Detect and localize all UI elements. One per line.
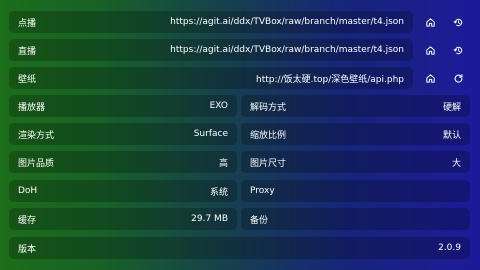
proxy-label: Proxy [250, 186, 275, 196]
scale-label: 缩放比例 [250, 130, 287, 141]
wallpaper-refresh-button[interactable] [448, 67, 468, 89]
decode-label: 解码方式 [250, 102, 287, 113]
refresh-icon [454, 73, 462, 83]
image-size-setting[interactable]: 图片尺寸 大 [241, 151, 470, 173]
backup-label: 备份 [250, 215, 269, 226]
cache-label: 缓存 [18, 215, 37, 226]
decode-value: 硬解 [442, 102, 461, 113]
wallpaper-label: 壁纸 [18, 74, 37, 85]
history-icon [453, 46, 462, 54]
image-quality-setting[interactable]: 图片品质 高 [9, 151, 237, 173]
decode-setting[interactable]: 解码方式 硬解 [241, 95, 470, 117]
version-label: 版本 [18, 244, 37, 255]
version-value: 2.0.9 [438, 243, 461, 253]
wallpaper-setting[interactable]: 壁纸 http://饭太硬.top/深色壁纸/api.php [9, 67, 413, 89]
doh-setting[interactable]: DoH 系统 [9, 180, 237, 202]
vod-label: 点播 [18, 18, 37, 29]
version-setting[interactable]: 版本 2.0.9 [9, 237, 470, 259]
image-size-value: 大 [451, 158, 461, 169]
image-quality-value: 高 [218, 158, 228, 169]
live-home-button[interactable] [420, 39, 440, 61]
image-size-label: 图片尺寸 [250, 158, 287, 169]
doh-value: 系统 [209, 187, 228, 198]
live-setting[interactable]: 直播 https://agit.ai/ddx/TVBox/raw/branch/… [9, 39, 413, 61]
cache-value: 29.7 MB [191, 214, 228, 224]
history-icon [453, 18, 462, 26]
proxy-setting[interactable]: Proxy [241, 180, 470, 202]
render-label: 渲染方式 [18, 130, 55, 141]
scale-setting[interactable]: 缩放比例 默认 [241, 123, 470, 145]
vod-home-button[interactable] [420, 11, 440, 33]
live-label: 直播 [18, 46, 37, 57]
render-setting[interactable]: 渲染方式 Surface [9, 123, 237, 145]
live-url: https://agit.ai/ddx/TVBox/raw/branch/mas… [170, 45, 404, 55]
live-history-button[interactable] [448, 39, 468, 61]
backup-setting[interactable]: 备份 [241, 208, 470, 230]
player-value: EXO [209, 101, 228, 111]
home-icon [425, 17, 435, 27]
vod-history-button[interactable] [448, 11, 468, 33]
vod-url: https://agit.ai/ddx/TVBox/raw/branch/mas… [170, 17, 404, 27]
image-quality-label: 图片品质 [18, 158, 55, 169]
cache-setting[interactable]: 缓存 29.7 MB [9, 208, 237, 230]
home-icon [425, 45, 435, 55]
wallpaper-home-button[interactable] [420, 67, 440, 89]
render-value: Surface [193, 129, 228, 139]
player-label: 播放器 [18, 102, 46, 113]
wallpaper-url: http://饭太硬.top/深色壁纸/api.php [256, 74, 404, 85]
doh-label: DoH [18, 186, 38, 196]
player-setting[interactable]: 播放器 EXO [9, 95, 237, 117]
home-icon [425, 73, 435, 83]
scale-value: 默认 [442, 130, 461, 141]
vod-setting[interactable]: 点播 https://agit.ai/ddx/TVBox/raw/branch/… [9, 11, 413, 33]
